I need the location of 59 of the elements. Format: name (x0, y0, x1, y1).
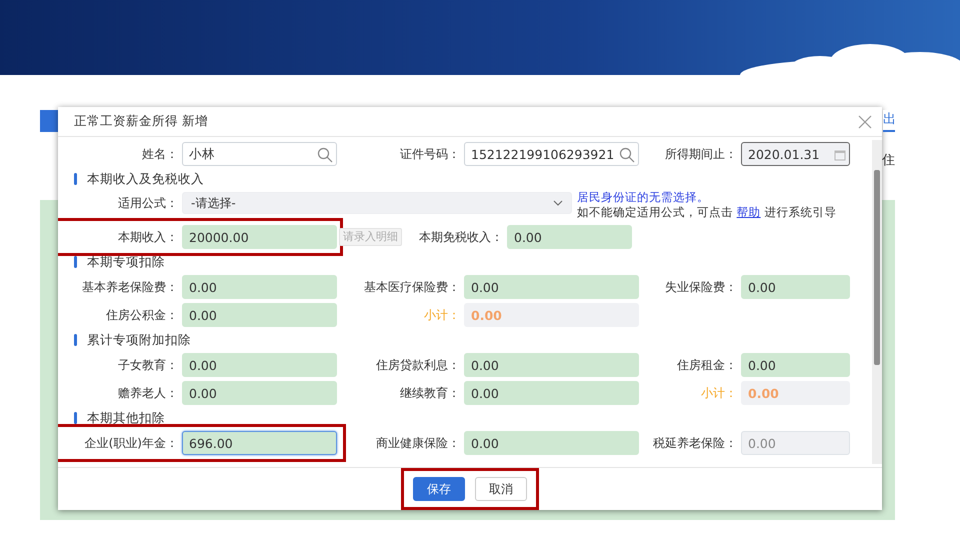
field-label: 基本养老保险费： (81, 279, 179, 296)
input-field[interactable]: 0.00 (741, 353, 850, 377)
input-field[interactable]: 0.00 (507, 225, 632, 249)
field-label: 本期免税收入： (418, 229, 504, 246)
section-marker (74, 256, 77, 268)
subtotal-label: 小计： (700, 385, 738, 402)
field-label: 商业健康保险： (375, 435, 461, 452)
field-label: 本期收入： (117, 229, 179, 246)
section-title: 累计专项附加扣除 (87, 330, 191, 349)
field-label: 基本医疗保险费： (363, 279, 461, 296)
field-label: 证件号码： (399, 146, 461, 163)
field-label: 企业(职业)年金： (84, 435, 179, 452)
export-button[interactable]: 出 (883, 110, 895, 132)
field-label: 姓名： (141, 146, 179, 163)
input-field[interactable]: 152122199106293921 (464, 142, 639, 166)
input-field[interactable]: 0.00 (182, 381, 337, 405)
field-label: 税延养老保险： (652, 435, 738, 452)
input-field[interactable]: 0.00 (464, 275, 639, 299)
cancel-button[interactable]: 取消 (475, 477, 527, 501)
input-field[interactable]: 0.00 (464, 431, 639, 455)
field-label: 所得期间止： (664, 146, 738, 163)
button-fragment[interactable] (40, 110, 60, 132)
field-label: 继续教育： (399, 385, 461, 402)
close-button[interactable] (858, 114, 872, 128)
save-button[interactable]: 保存 (413, 477, 465, 501)
input-field[interactable]: 0.00 (182, 275, 337, 299)
field-label: 子女教育： (117, 357, 179, 374)
input-field[interactable]: 小林 (182, 142, 337, 166)
input-field[interactable]: 0.00 (464, 381, 639, 405)
field-label: 赡养老人： (117, 385, 179, 402)
section-marker (74, 334, 77, 346)
input-field[interactable]: 0.00 (741, 275, 850, 299)
section-title: 本期专项扣除 (87, 252, 165, 271)
help-link[interactable]: 帮助 (736, 205, 761, 219)
field-label: 住房租金： (676, 357, 738, 374)
input-field[interactable]: 696.00 (182, 431, 337, 455)
column-header: 住 (882, 152, 895, 170)
input-field[interactable]: 0.00 (464, 353, 639, 377)
dialog-title: 正常工资薪金所得 新增 (74, 112, 208, 130)
input-field[interactable]: 20000.00 (182, 225, 337, 249)
scrollbar[interactable] (872, 140, 882, 464)
search-icon[interactable] (317, 145, 333, 163)
input-field[interactable]: 2020.01.31 (741, 142, 850, 166)
search-icon[interactable] (619, 145, 635, 163)
input-field[interactable]: 0.00 (182, 353, 337, 377)
hint-text: 居民身份证的无需选择。 (577, 190, 710, 205)
field-label: 适用公式： (117, 195, 179, 212)
field-label: 失业保险费： (664, 279, 738, 296)
input-field[interactable]: 0.00 (182, 303, 337, 327)
caret-icon[interactable] (553, 200, 563, 206)
field-label: 住房贷款利息： (375, 357, 461, 374)
section-marker (74, 173, 77, 185)
section-marker (74, 412, 77, 424)
select-field[interactable]: -请选择- (182, 192, 572, 214)
section-title: 本期收入及免税收入 (87, 170, 204, 188)
subtotal-label: 小计： (423, 307, 461, 324)
section-title: 本期其他扣除 (87, 408, 165, 427)
hint-text: 如不能确定适用公式，可点击 帮助 进行系统引导 (577, 205, 836, 220)
field-label: 住房公积金： (105, 307, 179, 324)
